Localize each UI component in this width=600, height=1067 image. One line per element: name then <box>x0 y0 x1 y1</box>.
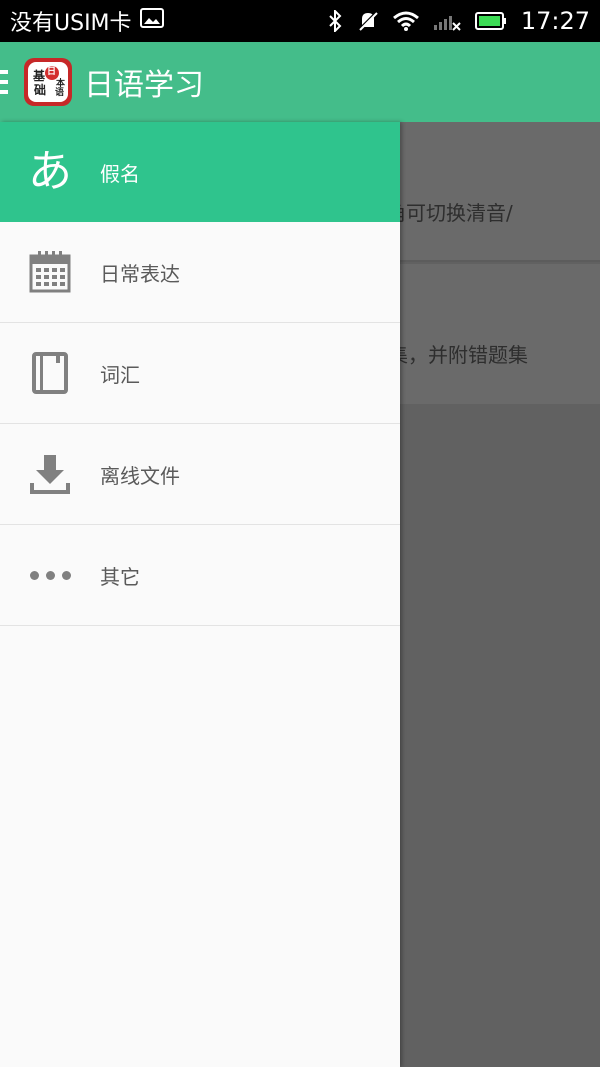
navigation-drawer: あ 假名 日常表达 词汇 离线文件 其它 <box>0 122 400 1067</box>
app-logo[interactable]: 基 日 本 础 语 <box>24 58 72 106</box>
drawer-item-label: 词汇 <box>100 362 140 387</box>
drawer-item-other[interactable]: 其它 <box>0 525 400 626</box>
bluetooth-icon <box>327 10 343 32</box>
drawer-item-label: 日常表达 <box>100 261 180 286</box>
more-icon <box>0 570 100 580</box>
battery-icon <box>474 11 507 31</box>
signal-icon <box>433 11 461 31</box>
drawer-item-kana[interactable]: あ 假名 <box>0 122 400 222</box>
wifi-icon <box>392 11 419 31</box>
calendar-icon <box>0 251 100 293</box>
card-description: 角可切换清音/ <box>386 201 513 225</box>
image-icon <box>139 8 164 34</box>
mute-icon <box>357 10 379 32</box>
app-title: 日语学习 <box>84 68 204 103</box>
carrier-text: 没有USIM卡 <box>10 11 132 36</box>
menu-icon[interactable] <box>0 70 18 94</box>
clock-text: 17:27 <box>520 7 590 35</box>
drawer-item-offline-files[interactable]: 离线文件 <box>0 424 400 525</box>
card-description: 集，并附错题集 <box>388 343 528 367</box>
kana-icon: あ <box>28 146 72 197</box>
drawer-item-label: 其它 <box>100 564 140 589</box>
app-bar: 基 日 本 础 语 日语学习 <box>0 42 600 122</box>
download-icon <box>0 453 100 495</box>
drawer-item-vocabulary[interactable]: 词汇 <box>0 323 400 424</box>
status-bar: 没有USIM卡 17:27 <box>0 0 600 42</box>
drawer-item-label: 假名 <box>100 161 140 186</box>
book-icon <box>0 352 100 394</box>
drawer-item-daily-expressions[interactable]: 日常表达 <box>0 222 400 323</box>
drawer-item-label: 离线文件 <box>100 463 180 488</box>
